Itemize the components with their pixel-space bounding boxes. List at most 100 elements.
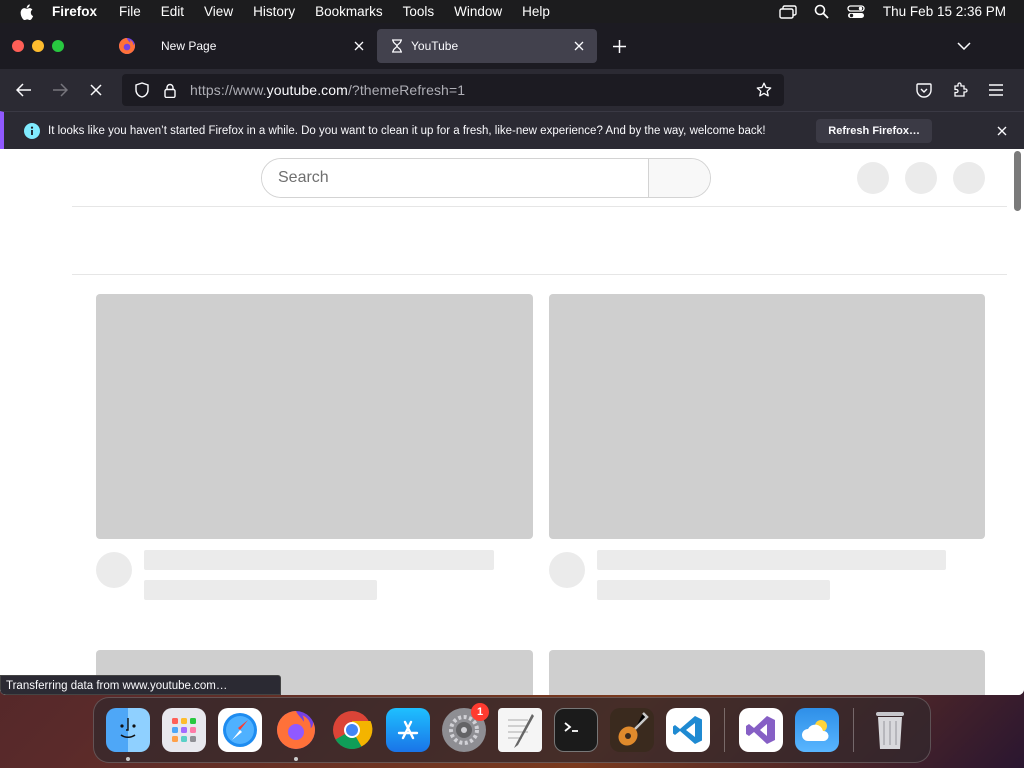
dock-visual-studio[interactable] — [736, 705, 786, 755]
video-meta-placeholder — [597, 580, 830, 600]
launchpad-icon — [162, 708, 206, 752]
chrome-icon — [330, 708, 374, 752]
app-store-icon — [386, 708, 430, 752]
menu-view[interactable]: View — [194, 0, 243, 23]
finder-icon — [106, 708, 150, 752]
header-button-placeholder[interactable] — [905, 162, 937, 194]
app-menu-button[interactable] — [980, 74, 1012, 106]
tab-bar: New Page YouTube — [0, 23, 1024, 69]
hourglass-icon — [389, 38, 405, 54]
running-indicator — [294, 757, 298, 761]
dock-textedit[interactable] — [495, 705, 545, 755]
tab-title: YouTube — [411, 39, 459, 53]
channel-avatar-placeholder — [549, 552, 585, 588]
video-thumbnail-placeholder[interactable] — [549, 650, 985, 695]
macos-dock: 1 — [93, 697, 931, 763]
tab-new-page[interactable]: New Page — [149, 29, 377, 63]
dock-launchpad[interactable] — [159, 705, 209, 755]
lock-icon[interactable] — [156, 83, 184, 98]
menu-tools[interactable]: Tools — [393, 0, 445, 23]
youtube-page: Transferring data from www.youtube.com… — [0, 149, 1024, 695]
list-all-tabs-button[interactable] — [950, 31, 978, 61]
plus-icon — [612, 39, 626, 53]
video-thumbnail-placeholder[interactable] — [96, 294, 533, 539]
spotlight-search-icon[interactable] — [805, 0, 839, 23]
bookmark-star-icon[interactable] — [750, 82, 778, 98]
refresh-firefox-button[interactable]: Refresh Firefox… — [816, 118, 932, 143]
hamburger-menu-icon — [989, 84, 1003, 96]
video-title-placeholder — [144, 550, 494, 570]
status-panel: Transferring data from www.youtube.com… — [0, 675, 281, 695]
stop-loading-button[interactable] — [80, 74, 112, 106]
menubar-clock[interactable]: Thu Feb 15 2:36 PM — [873, 4, 1006, 19]
vscode-icon — [666, 708, 710, 752]
tab-title: New Page — [161, 39, 217, 53]
menu-edit[interactable]: Edit — [151, 0, 194, 23]
notification-close-icon[interactable] — [994, 123, 1010, 139]
tab-close-icon[interactable] — [571, 38, 587, 54]
back-button[interactable] — [8, 74, 40, 106]
dock-safari[interactable] — [215, 705, 265, 755]
menu-history[interactable]: History — [243, 0, 305, 23]
dock-weather[interactable] — [792, 705, 842, 755]
menu-bookmarks[interactable]: Bookmarks — [305, 0, 393, 23]
firefox-icon — [119, 38, 135, 54]
tracking-protection-shield-icon[interactable] — [128, 82, 156, 98]
dock-garageband[interactable] — [607, 705, 657, 755]
dock-trash[interactable] — [865, 705, 915, 755]
video-title-placeholder — [597, 550, 946, 570]
arrow-left-icon — [16, 83, 31, 97]
menu-file[interactable]: File — [109, 0, 151, 23]
dock-chrome[interactable] — [327, 705, 377, 755]
puzzle-piece-icon — [954, 82, 968, 97]
dock-finder[interactable] — [103, 705, 153, 761]
zoom-window-button[interactable] — [52, 40, 64, 52]
dock-system-settings[interactable]: 1 — [439, 703, 489, 755]
chips-divider — [72, 274, 1007, 275]
window-controls — [0, 40, 105, 52]
dock-firefox[interactable] — [271, 705, 321, 761]
dock-vscode[interactable] — [663, 705, 713, 755]
macos-menu-bar: Firefox File Edit View History Bookmarks… — [0, 0, 1024, 23]
address-bar[interactable]: https://www.youtube.com/?themeRefresh=1 — [122, 74, 784, 106]
forward-button[interactable] — [44, 74, 76, 106]
close-icon — [90, 84, 102, 96]
arrow-right-icon — [53, 83, 68, 97]
header-button-placeholder[interactable] — [953, 162, 985, 194]
pinned-tab-firefox[interactable] — [105, 23, 149, 69]
running-indicator — [126, 757, 130, 761]
firefox-icon — [274, 708, 318, 752]
youtube-search-box — [261, 158, 711, 198]
new-tab-button[interactable] — [597, 29, 641, 63]
page-scrollbar[interactable] — [1014, 151, 1021, 211]
navigation-toolbar: https://www.youtube.com/?themeRefresh=1 — [0, 69, 1024, 111]
dock-separator — [724, 708, 725, 752]
youtube-search-input[interactable] — [262, 159, 648, 197]
close-window-button[interactable] — [12, 40, 24, 52]
extensions-button[interactable] — [944, 74, 976, 106]
pocket-button[interactable] — [908, 74, 940, 106]
weather-cloud-sun-icon — [795, 708, 839, 752]
menu-help[interactable]: Help — [512, 0, 560, 23]
notification-badge: 1 — [471, 703, 489, 721]
url-text[interactable]: https://www.youtube.com/?themeRefresh=1 — [184, 82, 750, 98]
header-button-placeholder[interactable] — [857, 162, 889, 194]
control-center-icon[interactable] — [839, 0, 873, 23]
url-suffix: /?themeRefresh=1 — [347, 82, 466, 98]
apple-menu-icon[interactable] — [0, 3, 52, 20]
trash-icon — [868, 708, 912, 752]
menu-window[interactable]: Window — [444, 0, 512, 23]
video-meta-placeholder — [144, 580, 377, 600]
dock-app-store[interactable] — [383, 705, 433, 755]
terminal-icon — [554, 708, 598, 752]
minimize-window-button[interactable] — [32, 40, 44, 52]
menu-app-name[interactable]: Firefox — [52, 0, 109, 23]
pocket-icon — [916, 82, 932, 98]
video-thumbnail-placeholder[interactable] — [549, 294, 985, 539]
tab-youtube[interactable]: YouTube — [377, 29, 597, 63]
youtube-search-button[interactable] — [648, 159, 710, 197]
screen-mirroring-icon[interactable] — [771, 0, 805, 23]
tab-close-icon[interactable] — [351, 38, 367, 54]
notification-message: It looks like you haven’t started Firefo… — [48, 124, 766, 137]
dock-terminal[interactable] — [551, 705, 601, 755]
